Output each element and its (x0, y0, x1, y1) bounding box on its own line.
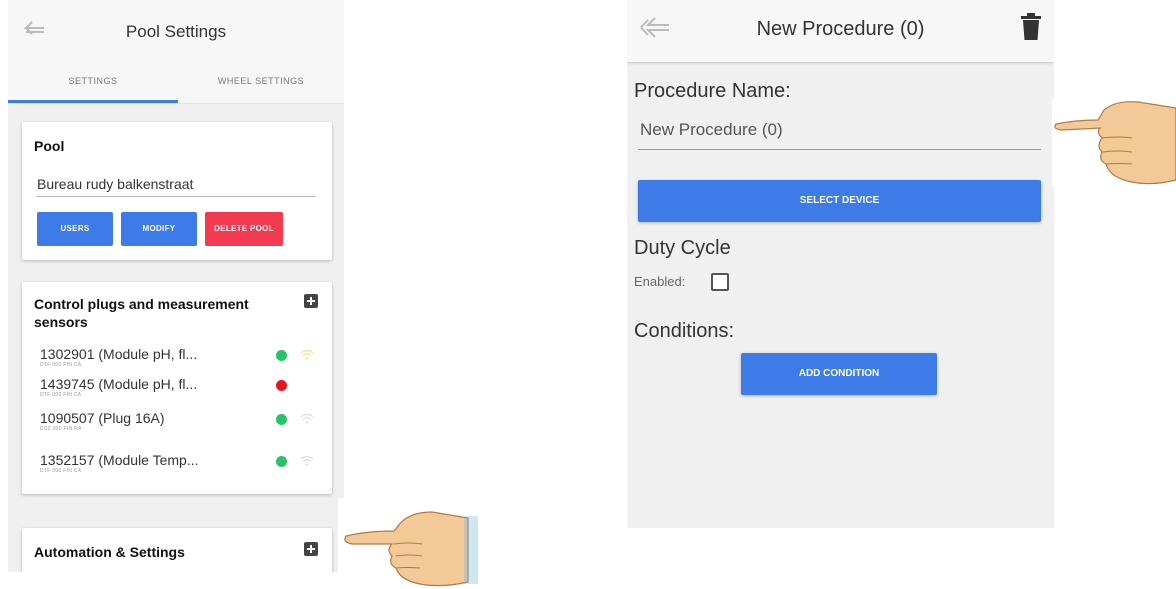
pointing-hand-icon (1052, 98, 1176, 186)
enabled-checkbox[interactable] (711, 273, 729, 291)
active-tab-indicator (8, 100, 178, 103)
wifi-icon (300, 455, 314, 466)
devices-card: Control plugs and measurement sensors 13… (22, 282, 332, 494)
delete-pool-button[interactable]: DELETE POOL (205, 212, 283, 246)
automation-card-title: Automation & Settings (34, 544, 185, 560)
status-online-dot (276, 350, 287, 361)
device-name: 1439745 (Module pH, fl... (40, 376, 198, 392)
duty-cycle-label: Duty Cycle (634, 237, 731, 259)
pointing-hand-icon (338, 498, 478, 589)
pool-settings-screen: Pool Settings SETTINGS WHEEL SETTINGS Po… (8, 0, 344, 572)
automation-card: Automation & Settings (22, 528, 332, 572)
wifi-icon (300, 413, 314, 424)
devices-card-title-line1: Control plugs and measurement (34, 296, 249, 312)
device-row[interactable]: 1302901 (Module pH, fl... DTF 000 FIN CA (40, 346, 320, 374)
device-row[interactable]: 1090507 (Plug 16A) DSZ 000 FIN RA (40, 410, 320, 438)
pool-card-title: Pool (34, 138, 65, 154)
device-row[interactable]: 1352157 (Module Temp... DTF 000 FIN CA (40, 452, 320, 480)
conditions-label: Conditions: (634, 320, 735, 342)
add-condition-button[interactable]: ADD CONDITION (741, 353, 937, 395)
wifi-icon (300, 349, 314, 360)
device-name: 1090507 (Plug 16A) (40, 410, 165, 426)
device-name: 1352157 (Module Temp... (40, 452, 199, 468)
users-button[interactable]: USERS (37, 212, 113, 246)
pool-name-field[interactable]: Bureau rudy balkenstraat (37, 176, 193, 192)
app-bar: Pool Settings (8, 0, 344, 62)
status-online-dot (276, 414, 287, 425)
device-name: 1302901 (Module pH, fl... (40, 346, 198, 362)
trash-icon[interactable] (1020, 13, 1042, 41)
page-title: New Procedure (0) (756, 18, 925, 40)
page-title: Pool Settings (125, 22, 227, 41)
composite-stage: Pool Settings SETTINGS WHEEL SETTINGS Po… (0, 0, 1176, 589)
add-automation-plus-icon[interactable] (304, 542, 318, 556)
status-offline-dot (276, 380, 287, 391)
tab-wheel-settings[interactable]: WHEEL SETTINGS (176, 62, 344, 104)
devices-card-title-line2: sensors (34, 314, 88, 330)
device-subtitle: DSZ 000 FIN RA (40, 426, 82, 432)
device-row[interactable]: 1439745 (Module pH, fl... DTF 000 FIN CA (40, 376, 320, 404)
add-device-plus-icon[interactable] (304, 294, 318, 308)
app-bar: New Procedure (0) (627, 0, 1054, 62)
device-subtitle: DTF 000 FIN CA (40, 362, 82, 368)
device-subtitle: DTF 000 FIN CA (40, 392, 82, 398)
modify-button[interactable]: MODIFY (121, 212, 197, 246)
status-online-dot (276, 456, 287, 467)
device-subtitle: DTF 000 FIN CA (40, 468, 82, 474)
new-procedure-screen: New Procedure (0) Procedure Name: New Pr… (627, 0, 1054, 528)
enabled-label: Enabled: (634, 274, 686, 289)
tab-bar: SETTINGS WHEEL SETTINGS (8, 62, 344, 104)
procedure-name-underline (638, 149, 1041, 150)
procedure-name-label: Procedure Name: (634, 80, 791, 102)
select-device-button[interactable]: SELECT DEVICE (638, 180, 1041, 222)
tab-settings[interactable]: SETTINGS (8, 62, 178, 104)
pool-card: Pool Bureau rudy balkenstraat USERS MODI… (22, 122, 332, 260)
pool-name-underline (36, 196, 316, 197)
procedure-name-input[interactable]: New Procedure (0) (640, 120, 783, 140)
